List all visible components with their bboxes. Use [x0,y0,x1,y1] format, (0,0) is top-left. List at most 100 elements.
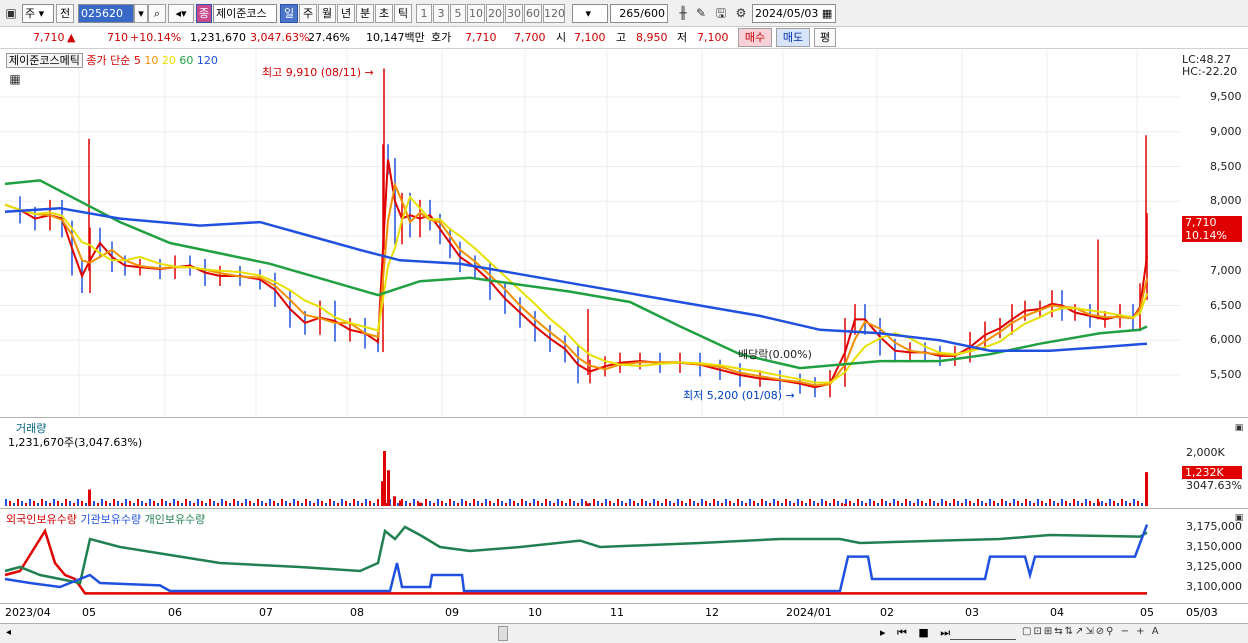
price-chart[interactable] [0,50,1180,416]
volume-bar [349,503,351,506]
ma-period-5: 5 [133,54,145,67]
period-tab-1[interactable]: 주 [299,4,317,23]
period-tab-4[interactable]: 분 [356,4,374,23]
scroll-thumb[interactable] [498,626,508,641]
volume-bar [313,503,315,506]
volume-bar [137,499,139,506]
volume-bar [1057,503,1059,506]
volume-bar [221,499,223,506]
table-icon[interactable]: ▦ [8,72,22,86]
layout-icon[interactable]: ▣ [4,6,18,20]
sell-button[interactable]: 매도 [776,28,810,47]
volume-bar [725,499,727,506]
volume-bar [837,501,839,506]
name-badge: 종 [196,4,212,23]
playback-controls[interactable]: ▸ ⏮ ■ ⏭ [880,626,954,640]
volume-tag-pct: 3047.63% [1186,479,1242,492]
volume-bar [409,503,411,506]
volume-bar [937,503,939,506]
interval-select[interactable]: ▾ [572,4,608,23]
volume-bar [621,501,623,506]
volume-bar [165,501,167,506]
x-axis-label: 2023/04 [5,606,51,619]
save-icon[interactable]: 🖫 [714,6,728,20]
period-tab-6[interactable]: 틱 [394,4,412,23]
volume-bar [513,501,515,506]
volume-bar [917,499,919,506]
indiv-line [4,525,1148,585]
volume-bar [49,503,51,506]
up-arrow-icon: ▲ [67,31,76,44]
buy-button[interactable]: 매수 [738,28,772,47]
volume-bar [761,499,763,506]
volume-bar [161,499,163,506]
volume-chart[interactable] [0,418,1180,508]
period-tab-2[interactable]: 월 [318,4,336,23]
volume-maximize-icon[interactable]: ▣ [1232,421,1246,435]
market-select[interactable]: 주 ▾ [22,4,54,23]
period-tab-0[interactable]: 일 [280,4,298,23]
volume-bar [665,499,667,506]
volume-tag: 1,232K [1182,466,1242,479]
high-annot-text: 최고 9,910 (08/11) [262,66,362,79]
minute-tab-1[interactable]: 1 [416,4,432,23]
volume-bar [117,501,119,506]
period-tab-5[interactable]: 초 [375,4,393,23]
volume-bar [613,503,615,506]
volume-bar [861,501,863,506]
code-dropdown-icon[interactable]: ▾ [134,4,148,23]
volume-bar [77,499,79,506]
minute-tab-120[interactable]: 120 [543,4,565,23]
minute-tab-10[interactable]: 10 [467,4,485,23]
tool-icons[interactable]: ▢⊡⊞⇆⇅↗⇲⊘⚲ − + A [1022,626,1161,637]
count-field[interactable]: 265/600 [610,4,668,23]
volume-bar [849,501,851,506]
minute-tab-3[interactable]: 3 [433,4,449,23]
gear-icon[interactable]: ⚙ [734,6,748,20]
prev-button[interactable]: 전 [56,4,74,23]
volume-bar [341,499,343,506]
volume-bar [729,501,731,506]
eval-button[interactable]: 평 [814,28,836,47]
volume-bar [957,501,959,506]
volume-bar [977,499,979,506]
volume-bar [997,503,999,506]
volume-ratio: 3,047.63% [250,31,310,44]
x-axis-label: 05 [1140,606,1154,619]
volume-bar [705,501,707,506]
minute-tab-20[interactable]: 20 [486,4,504,23]
volume-bar [449,499,451,506]
volume-bar [625,503,627,506]
volume-bar [881,499,883,506]
speaker-icon[interactable]: ◂▾ [168,4,194,23]
holding-maximize-icon[interactable]: ▣ [1232,511,1246,525]
scroll-left-icon[interactable]: ◂ [6,627,11,638]
volume-bar [685,503,687,506]
ma-period-60: 60 [179,54,197,67]
volume-bar [213,501,215,506]
volume-bar [177,501,179,506]
candle-icon[interactable]: ╫ [676,6,690,20]
minute-tab-5[interactable]: 5 [450,4,466,23]
stock-title[interactable]: 제이준코스메틱 [6,53,83,68]
minute-tab-60[interactable]: 60 [524,4,542,23]
x-axis-label: 05 [82,606,96,619]
zoom-slider[interactable] [950,626,1016,640]
volume-bar [97,503,99,506]
ma-periods: 5 10 20 60 120 [134,54,218,67]
search-icon[interactable]: ⌕ [148,4,166,23]
volume-bar [941,499,943,506]
volume-bar [25,503,27,506]
volume-bar [953,499,955,506]
volume-bar [193,503,195,506]
period-tab-3[interactable]: 년 [337,4,355,23]
volume-value: 1,231,670 [190,31,246,44]
stock-name-field[interactable]: 제이준코스 [213,4,277,23]
date-field[interactable]: 2024/05/03 ▦ [752,4,836,23]
price-legend: 제이준코스메틱 종가 단순 5 10 20 60 120 [6,52,218,68]
volume-spike-bar [88,489,91,506]
draw-icon[interactable]: ✎ [694,6,708,20]
code-input[interactable]: 025620 [78,4,134,23]
volume-bar [669,501,671,506]
minute-tab-30[interactable]: 30 [505,4,523,23]
